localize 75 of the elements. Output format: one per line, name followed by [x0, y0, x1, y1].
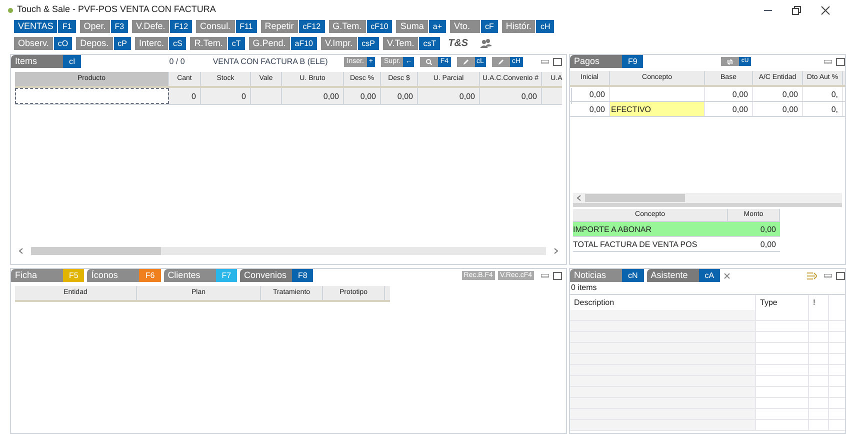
- table-cell: 0,00: [418, 88, 480, 104]
- minimize-icon[interactable]: [824, 60, 832, 64]
- panel-tab[interactable]: Noticias cN: [570, 269, 644, 282]
- panel-tab[interactable]: Íconos F6: [87, 269, 161, 282]
- toolbar-button[interactable]: V.Impr. csP: [320, 37, 380, 50]
- app-icon: [8, 8, 13, 12]
- table-cell: 0,: [803, 102, 843, 116]
- window-title: Touch & Sale - PVF-POS VENTA CON FACTURA: [17, 3, 216, 16]
- toolbar-button[interactable]: Oper. F3: [80, 20, 128, 33]
- toolbar-button[interactable]: Observ. cO: [14, 37, 72, 50]
- filter-icon[interactable]: [807, 272, 817, 280]
- table-cell: 0,00: [705, 102, 753, 116]
- table-cell: 0,00: [480, 88, 542, 104]
- toolbar-button[interactable]: Depos. cP: [76, 37, 131, 50]
- table-cell: 0,00: [282, 88, 344, 104]
- product-input[interactable]: [15, 88, 169, 104]
- maximize-icon[interactable]: [553, 272, 562, 280]
- pencil-icon: [498, 58, 504, 64]
- table-cell-text: 0,00: [759, 224, 777, 236]
- toolbar-button[interactable]: VENTAS F1: [14, 20, 76, 33]
- toolbar-button[interactable]: V.Defe. F12: [132, 20, 192, 33]
- toolbar-button[interactable]: Repetir cF12: [260, 20, 325, 33]
- toolbar-button[interactable]: G.Tem. cF10: [328, 20, 392, 33]
- table-cell: 0,00: [570, 87, 610, 101]
- scrollbar-track[interactable]: [31, 247, 546, 255]
- search-icon: [426, 58, 432, 64]
- column-header[interactable]: !: [809, 295, 829, 310]
- table-cell: 0,00: [753, 87, 803, 101]
- maximize-icon[interactable]: [836, 272, 845, 280]
- maximize-icon[interactable]: [836, 58, 845, 66]
- restore-icon[interactable]: [792, 6, 801, 14]
- table-cell: 0,00: [753, 102, 803, 116]
- item-counter: 0 / 0: [169, 56, 185, 68]
- toolbar-button[interactable]: Histór. cH: [502, 20, 554, 33]
- toolbar-button[interactable]: Suma a+: [396, 20, 446, 33]
- table-cell: 0: [169, 88, 201, 104]
- table-cell: EFECTIVO: [610, 102, 705, 116]
- panel-title: VENTA CON FACTURA B (ELE): [212, 56, 328, 68]
- table-cell: 0,00: [705, 87, 753, 101]
- swap-arrows-icon: [727, 58, 734, 64]
- column-header[interactable]: Type: [756, 295, 809, 310]
- scroll-right-icon[interactable]: [554, 248, 558, 254]
- toolbar-button[interactable]: Consul. F11: [196, 20, 257, 33]
- minimize-icon[interactable]: [541, 274, 549, 278]
- scroll-left-icon[interactable]: [577, 195, 581, 201]
- minimize-icon[interactable]: [541, 60, 549, 64]
- table-cell: 0: [201, 88, 251, 104]
- payment-row[interactable]: 0,00 EFECTIVO 0,00 0,00 0,: [570, 102, 845, 117]
- minimize-icon[interactable]: [824, 274, 832, 278]
- table-cell-text: TOTAL FACTURA DE VENTA POS: [573, 239, 698, 251]
- toolbar-button[interactable]: Vto. cF: [450, 20, 498, 33]
- panel-tab[interactable]: Clientes F7: [164, 269, 238, 282]
- close-icon[interactable]: [821, 6, 830, 14]
- table-cell-text: 0,00: [759, 239, 777, 251]
- panel-tab[interactable]: Asistente cA: [646, 269, 734, 282]
- toolbar-button[interactable]: V.Tem. csT: [383, 37, 440, 50]
- table-cell-text: IMPORTE A ABONAR: [573, 224, 653, 236]
- table-cell: 0,: [803, 87, 843, 101]
- scroll-left-icon[interactable]: [19, 248, 23, 254]
- logo: T&S: [448, 37, 468, 51]
- item-count: 0 items: [570, 282, 598, 294]
- scrollbar-thumb[interactable]: [31, 247, 161, 255]
- toolbar-button[interactable]: R.Tem. cT: [190, 37, 245, 50]
- toolbar-button[interactable]: Interc. cS: [134, 37, 186, 50]
- panel-tab[interactable]: Items cI: [11, 55, 82, 68]
- toolbar-button[interactable]: G.Pend. aF10: [248, 37, 317, 50]
- scrollbar-thumb[interactable]: [585, 194, 685, 202]
- panel-tab[interactable]: Convenios F8: [240, 269, 314, 282]
- maximize-icon[interactable]: [553, 58, 562, 66]
- people-icon[interactable]: [480, 39, 492, 48]
- pencil-icon: [462, 58, 469, 64]
- table-cell: 0,00: [381, 88, 418, 104]
- panel-tab[interactable]: Ficha F5: [11, 269, 84, 282]
- table-cell: 0,00: [344, 88, 381, 104]
- panel-tab[interactable]: Pagos F9: [570, 55, 644, 68]
